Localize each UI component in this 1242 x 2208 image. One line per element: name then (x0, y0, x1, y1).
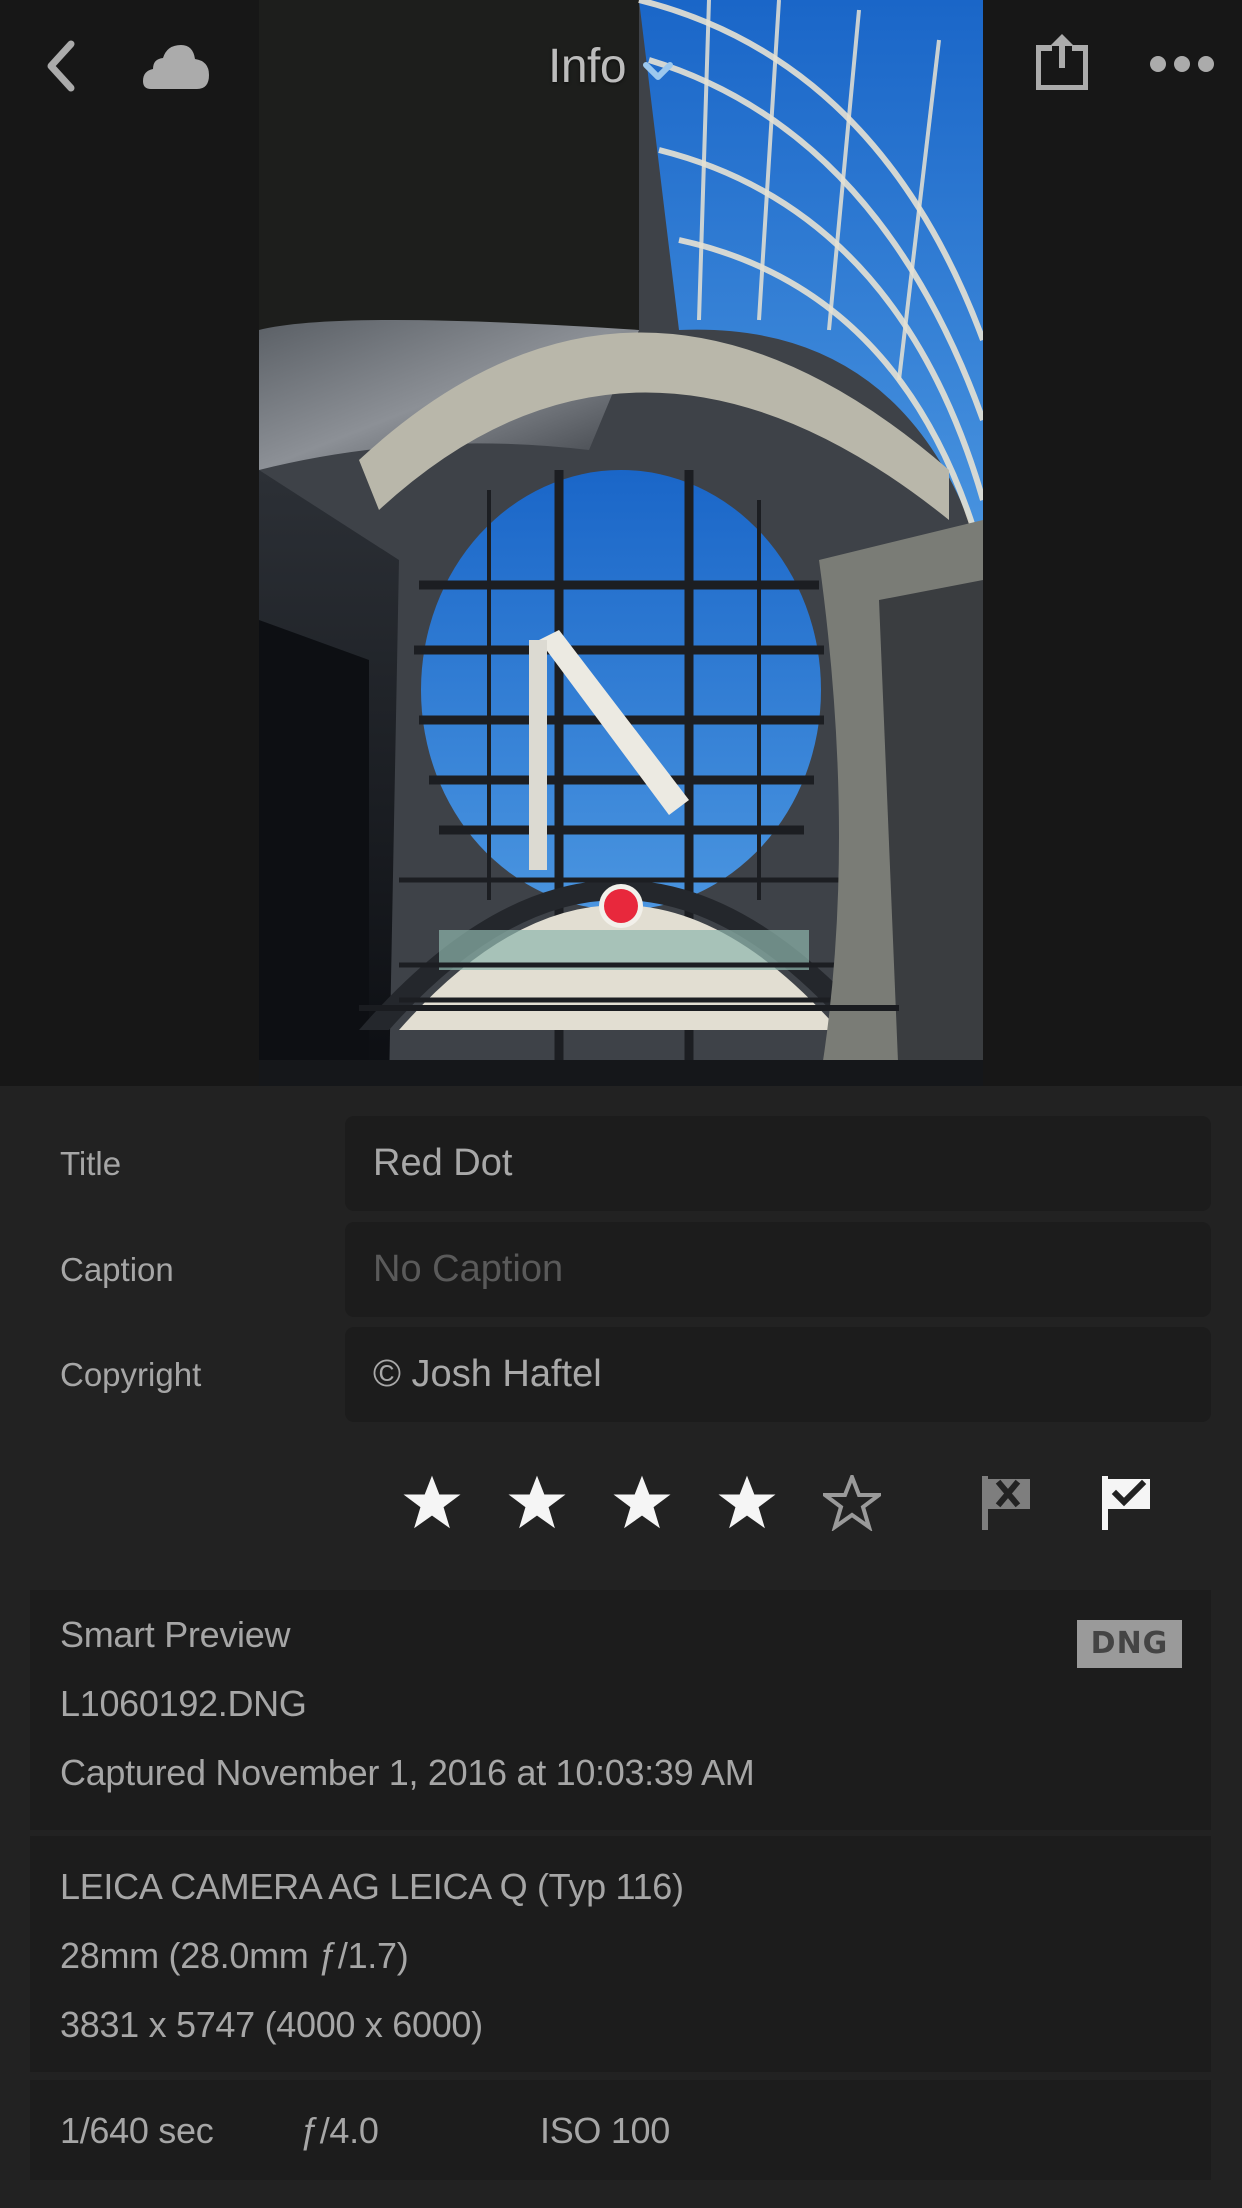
view-title: Info (548, 39, 627, 93)
copyright-input[interactable] (345, 1327, 1211, 1422)
flag-reject-icon (982, 1476, 1030, 1530)
photo-stage: Info (0, 0, 1242, 1086)
camera-model: LEICA CAMERA AG LEICA Q (Typ 116) (60, 1866, 684, 1907)
exposure-panel: 1/640 sec ƒ/4.0 ISO 100 (30, 2080, 1211, 2180)
star-rating (400, 1474, 884, 1532)
more-options-button[interactable] (1146, 44, 1218, 84)
star-outline-icon (823, 1475, 881, 1531)
star-filled-icon (718, 1475, 776, 1529)
photo-preview[interactable] (259, 0, 983, 1086)
cloud-sync-button[interactable] (140, 40, 214, 94)
caption-label: Caption (60, 1251, 174, 1288)
star-3[interactable] (610, 1474, 674, 1532)
title-input[interactable] (345, 1116, 1211, 1211)
filename: L1060192.DNG (60, 1683, 307, 1724)
back-button[interactable] (36, 36, 86, 96)
copyright-row: Copyright (0, 1327, 1242, 1422)
more-horizontal-icon (1150, 56, 1214, 72)
share-icon (1036, 34, 1088, 90)
aperture: ƒ/4.0 (300, 2110, 379, 2151)
preview-type: Smart Preview (60, 1614, 291, 1655)
iso: ISO 100 (540, 2110, 670, 2151)
camera-info-panel: LEICA CAMERA AG LEICA Q (Typ 116) 28mm (… (30, 1836, 1211, 2072)
view-selector[interactable]: Info (548, 36, 676, 96)
title-label: Title (60, 1145, 122, 1182)
flag-pick-icon (1102, 1476, 1150, 1530)
lens-info: 28mm (28.0mm ƒ/1.7) (60, 1935, 409, 1976)
file-info-panel: Smart Preview L1060192.DNG Captured Nove… (30, 1590, 1211, 1830)
chevron-left-icon (47, 40, 75, 92)
star-5[interactable] (820, 1474, 884, 1532)
star-4[interactable] (715, 1474, 779, 1532)
share-button[interactable] (1030, 30, 1094, 94)
caption-input[interactable] (345, 1222, 1211, 1317)
cloud-icon (143, 45, 209, 89)
shutter-speed: 1/640 sec (60, 2110, 214, 2151)
copyright-label: Copyright (60, 1356, 202, 1393)
reject-flag-button[interactable] (982, 1476, 1032, 1530)
star-filled-icon (613, 1475, 671, 1529)
image-dimensions: 3831 x 5747 (4000 x 6000) (60, 2004, 483, 2045)
star-1[interactable] (400, 1474, 464, 1532)
title-row: Title (0, 1116, 1242, 1211)
photo-image (259, 0, 983, 1086)
star-filled-icon (403, 1475, 461, 1529)
format-badge: DNG (1077, 1620, 1182, 1668)
caption-row: Caption (0, 1222, 1242, 1317)
red-dot (604, 889, 638, 923)
pick-flag-button[interactable] (1102, 1476, 1152, 1530)
star-2[interactable] (505, 1474, 569, 1532)
chevron-down-icon (643, 62, 674, 80)
star-filled-icon (508, 1475, 566, 1529)
capture-date: Captured November 1, 2016 at 10:03:39 AM (60, 1752, 755, 1793)
